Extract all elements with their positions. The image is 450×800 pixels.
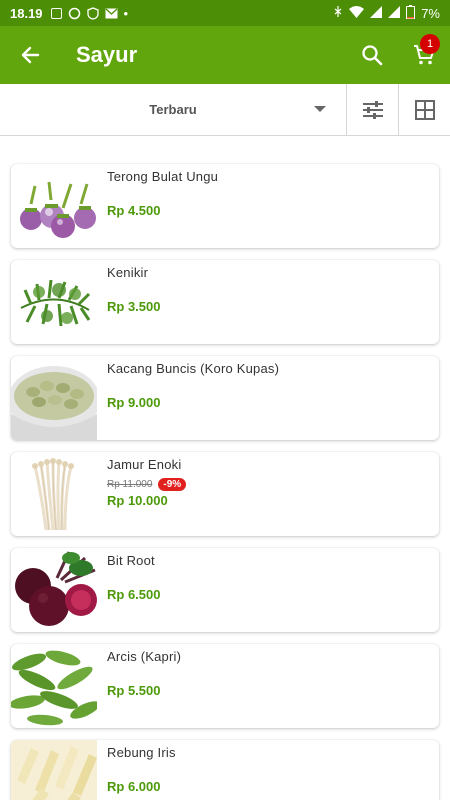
gmail-icon (105, 8, 118, 19)
product-info: Kenikir Rp 3.500 (97, 260, 439, 344)
product-image-kenikir (11, 260, 97, 344)
wifi-icon (349, 5, 365, 21)
product-info: Kacang Buncis (Koro Kupas) Rp 9.000 (97, 356, 439, 440)
battery-level: 7% (421, 5, 440, 21)
product-list: Terong Bulat Ungu Rp 4.500 Kenikir Rp 3.… (11, 164, 439, 800)
product-price: Rp 6.000 (107, 779, 161, 794)
filter-bar: Terbaru (0, 84, 450, 136)
product-info: Arcis (Kapri) Rp 5.500 (97, 644, 439, 728)
cart-button[interactable]: 1 (398, 26, 450, 84)
search-icon (362, 45, 383, 66)
product-card[interactable]: Arcis (Kapri) Rp 5.500 (11, 644, 439, 728)
product-image-enoki (11, 452, 97, 536)
cart-badge: 1 (420, 34, 440, 54)
product-card[interactable]: Rebung Iris Rp 6.000 (11, 740, 439, 800)
chevron-down-icon (314, 106, 326, 112)
status-right: 7% (333, 4, 440, 22)
discount-row: Rp 11.000 -9% (107, 476, 439, 492)
product-name: Kenikir (107, 265, 149, 280)
status-bar: 18.19 • 7% (0, 0, 450, 26)
discount-badge: -9% (158, 477, 187, 491)
product-name: Rebung Iris (107, 745, 176, 760)
dot-icon: • (123, 5, 129, 21)
product-info: Terong Bulat Ungu Rp 4.500 (97, 164, 439, 248)
status-time: 18.19 (10, 5, 43, 21)
product-card[interactable]: Jamur Enoki Rp 11.000 -9% Rp 10.000 (11, 452, 439, 536)
battery-icon (406, 4, 416, 22)
page-title: Sayur (76, 42, 138, 67)
grid-icon (414, 99, 435, 120)
product-image-bamboo-shoots (11, 740, 97, 800)
product-info: Jamur Enoki Rp 11.000 -9% Rp 10.000 (97, 452, 439, 536)
product-price: Rp 5.500 (107, 683, 161, 698)
product-price: Rp 4.500 (107, 203, 161, 218)
product-name: Jamur Enoki (107, 457, 182, 472)
shield-icon (86, 6, 99, 20)
product-price: Rp 10.000 (107, 493, 168, 508)
product-price: Rp 6.500 (107, 587, 161, 602)
message-icon (50, 7, 62, 19)
signal-2-icon (388, 5, 401, 21)
product-info: Bit Root Rp 6.500 (97, 548, 439, 632)
vibrate-icon (333, 5, 343, 21)
product-name: Kacang Buncis (Koro Kupas) (107, 361, 280, 376)
product-name: Terong Bulat Ungu (107, 169, 219, 184)
back-button[interactable] (0, 26, 60, 84)
product-card[interactable]: Kenikir Rp 3.500 (11, 260, 439, 344)
product-card[interactable]: Kacang Buncis (Koro Kupas) Rp 9.000 (11, 356, 439, 440)
sort-dropdown[interactable]: Terbaru (0, 84, 346, 135)
product-image-beans (11, 356, 97, 440)
search-button[interactable] (346, 26, 398, 84)
product-name: Bit Root (107, 553, 155, 568)
product-image-beetroot (11, 548, 97, 632)
tune-icon (362, 100, 383, 119)
filter-button[interactable] (346, 84, 398, 135)
original-price: Rp 11.000 (107, 478, 153, 490)
arrow-back-icon (21, 46, 40, 64)
product-info: Rebung Iris Rp 6.000 (97, 740, 439, 800)
product-card[interactable]: Terong Bulat Ungu Rp 4.500 (11, 164, 439, 248)
product-price: Rp 9.000 (107, 395, 161, 410)
app-bar: Sayur 1 (0, 26, 450, 84)
whatsapp-icon (68, 7, 81, 20)
product-price: Rp 3.500 (107, 299, 161, 314)
product-card[interactable]: Bit Root Rp 6.500 (11, 548, 439, 632)
grid-view-button[interactable] (398, 84, 450, 135)
sort-label: Terbaru (149, 102, 197, 117)
product-name: Arcis (Kapri) (107, 649, 182, 664)
product-image-eggplant (11, 164, 97, 248)
signal-icon (370, 5, 383, 21)
product-image-snow-peas (11, 644, 97, 728)
